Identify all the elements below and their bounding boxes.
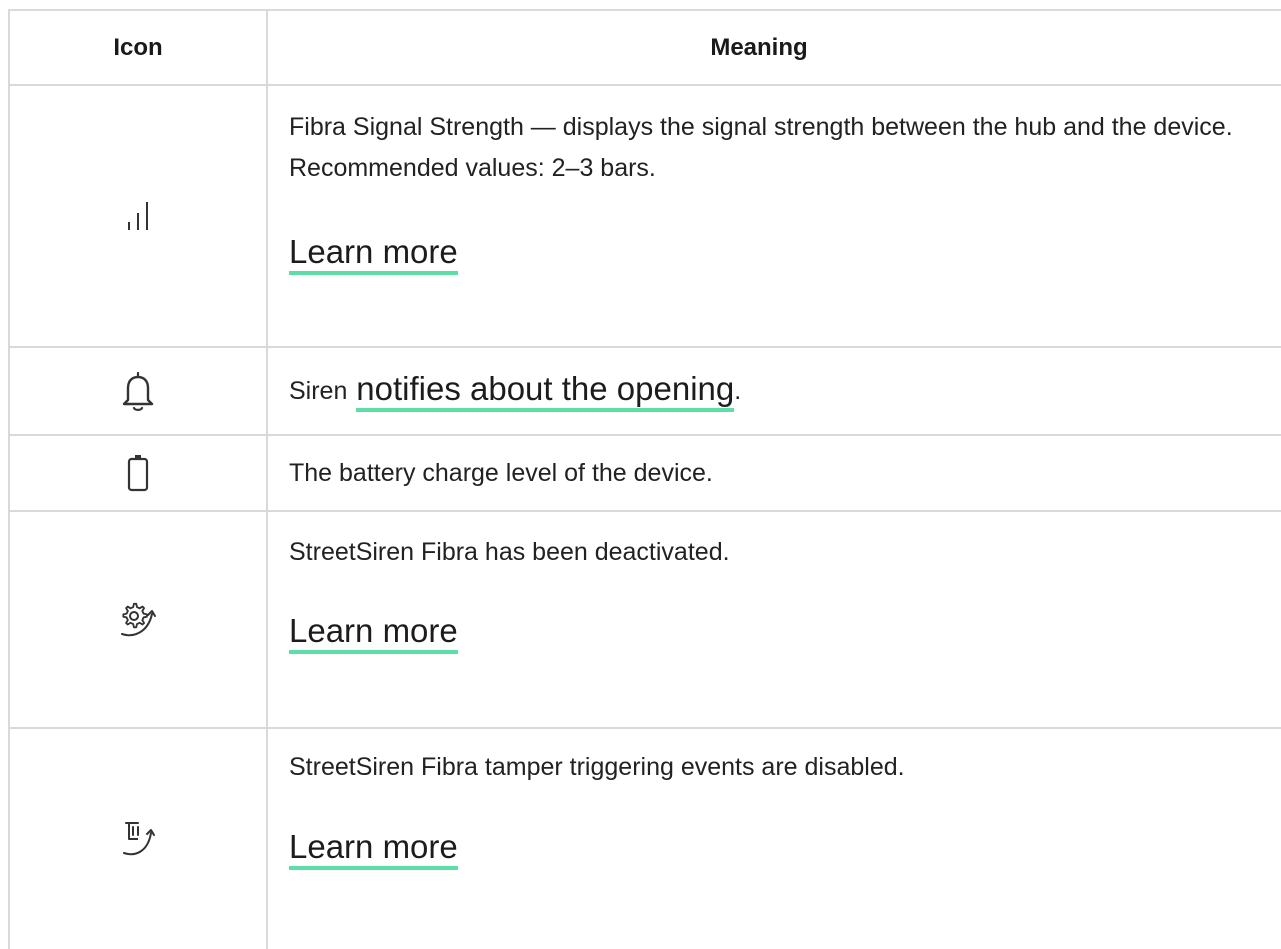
table-row: The battery charge level of the device. [10, 436, 1281, 512]
learn-more-link[interactable]: Learn more [289, 828, 458, 870]
table-row: Siren notifies about the opening. [10, 348, 1281, 436]
icon-cell [10, 86, 268, 346]
tamper-disabled-icon [116, 817, 160, 861]
table-row: StreetSiren Fibra has been deactivated. … [10, 512, 1281, 729]
icon-cell [10, 729, 268, 949]
bell-icon [118, 369, 158, 413]
learn-more-link[interactable]: Learn more [289, 612, 458, 654]
tamper-description: StreetSiren Fibra tamper triggering even… [289, 753, 905, 781]
meaning-cell: The battery charge level of the device. [268, 436, 1281, 510]
battery-icon [123, 453, 153, 493]
gear-deactivated-icon [116, 598, 160, 642]
signal-bars-icon [118, 196, 158, 236]
icon-cell [10, 348, 268, 434]
battery-description: The battery charge level of the device. [289, 458, 713, 487]
icon-cell [10, 436, 268, 510]
siren-suffix: . [734, 376, 742, 405]
header-icon-column: Icon [10, 11, 268, 84]
opening-notification-link[interactable]: notifies about the opening [356, 370, 735, 412]
siren-prefix: Siren [289, 376, 348, 405]
deactivated-description: StreetSiren Fibra has been deactivated. [289, 538, 730, 566]
table-row: Fibra Signal Strength — displays the sig… [10, 86, 1281, 348]
meaning-cell: StreetSiren Fibra tamper triggering even… [268, 729, 1281, 949]
table-row: StreetSiren Fibra tamper triggering even… [10, 729, 1281, 949]
signal-strength-description: Fibra Signal Strength — displays the sig… [289, 113, 1233, 182]
meaning-cell: StreetSiren Fibra has been deactivated. … [268, 512, 1281, 727]
icon-meaning-table: Icon Meaning Fibra Signal Strength — dis… [8, 9, 1281, 949]
meaning-cell: Siren notifies about the opening. [268, 348, 1281, 434]
header-meaning-column: Meaning [710, 33, 808, 61]
icon-cell [10, 512, 268, 727]
meaning-cell: Fibra Signal Strength — displays the sig… [268, 86, 1281, 346]
table-header-row: Icon Meaning [10, 11, 1281, 86]
learn-more-link[interactable]: Learn more [289, 233, 458, 275]
